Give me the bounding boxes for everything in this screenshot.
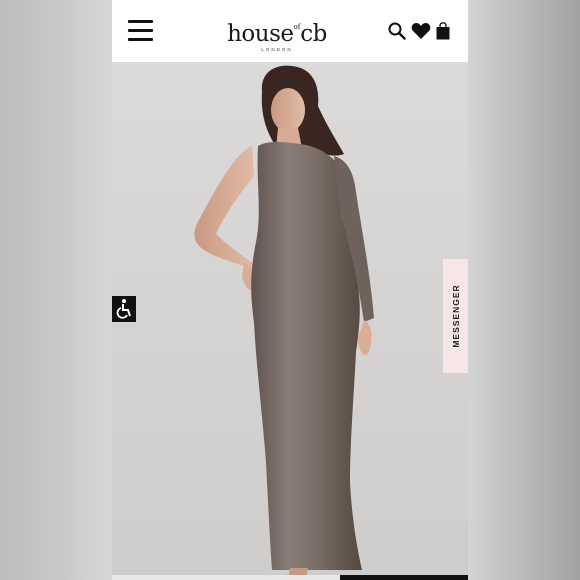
brand-logo[interactable]: houseofcb LONDON	[212, 14, 342, 52]
shopping-bag-icon[interactable]	[436, 22, 450, 40]
hamburger-menu-icon[interactable]	[128, 20, 153, 41]
search-icon[interactable]	[388, 22, 406, 40]
blurred-left-margin	[0, 0, 112, 580]
model-in-dress-illustration	[194, 65, 374, 580]
bottom-strip-light	[112, 575, 340, 580]
brand-logo-subtitle: LONDON	[261, 47, 293, 52]
site-header: houseofcb LONDON	[112, 0, 468, 62]
product-image[interactable]	[112, 62, 468, 580]
blurred-right-margin	[468, 0, 580, 580]
mobile-screen: houseofcb LONDON MESSENGER	[112, 0, 468, 580]
brand-logo-text: houseofcb	[227, 21, 327, 47]
messenger-tab[interactable]: MESSENGER	[443, 259, 468, 373]
accessibility-icon	[116, 299, 131, 319]
messenger-label: MESSENGER	[450, 284, 461, 348]
heart-icon[interactable]	[411, 22, 431, 40]
accessibility-button[interactable]	[112, 296, 136, 322]
